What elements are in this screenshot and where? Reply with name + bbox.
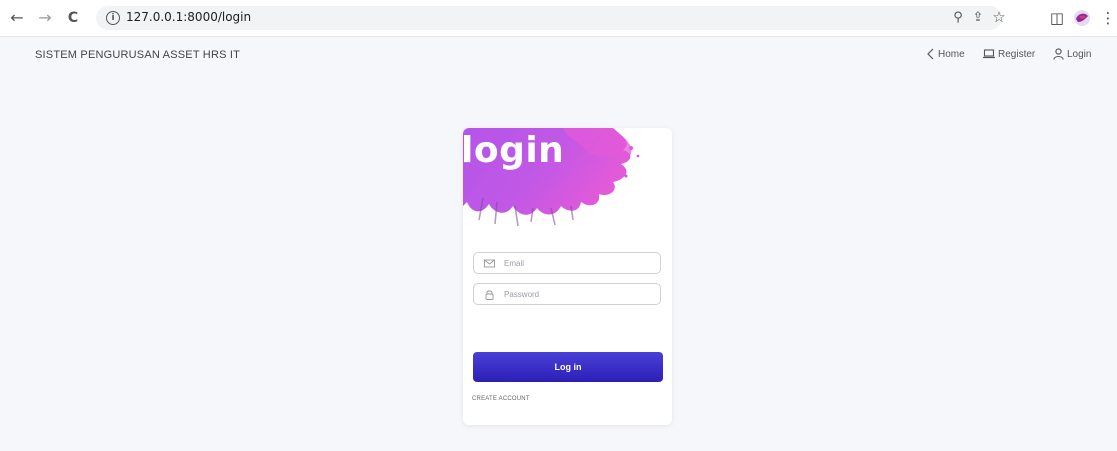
email-input[interactable] (504, 255, 654, 271)
nav-login-link[interactable]: Login (1053, 46, 1091, 64)
extension-avatar-icon[interactable] (1073, 9, 1091, 27)
user-icon (1053, 48, 1064, 61)
app-brand[interactable]: SISTEM PENGURUSAN ASSET HRS IT (35, 49, 240, 61)
password-field[interactable] (473, 283, 661, 305)
create-account-link[interactable]: CREATE ACCOUNT (472, 396, 530, 402)
site-info-icon[interactable]: i (106, 11, 120, 25)
lock-icon (485, 290, 494, 300)
chevron-left-icon (927, 48, 934, 60)
browser-toolbar: ← → C i 127.0.0.1:8000/login ⚲ ⇪ ☆ ◫ ⋮ (0, 0, 1117, 37)
back-icon[interactable]: ← (6, 7, 28, 29)
address-bar[interactable]: i 127.0.0.1:8000/login ⚲ ⇪ ☆ (96, 6, 1006, 30)
login-title: login (463, 130, 565, 171)
laptop-icon (983, 49, 995, 59)
browser-menu-icon[interactable]: ⋮ (1097, 7, 1117, 29)
bookmark-star-icon[interactable]: ☆ (989, 7, 1009, 27)
url-text[interactable]: 127.0.0.1:8000/login (126, 10, 251, 24)
envelope-icon (484, 259, 495, 268)
side-panel-icon[interactable]: ◫ (1046, 7, 1068, 29)
zoom-icon[interactable]: ⚲ (948, 8, 968, 28)
nav-home-link[interactable]: Home (926, 46, 965, 64)
nav-register-label: Register (998, 49, 1036, 60)
forward-icon[interactable]: → (34, 7, 56, 29)
nav-register-link[interactable]: Register (983, 46, 1035, 64)
email-field[interactable] (473, 252, 661, 274)
login-button[interactable]: Log in (473, 352, 663, 382)
share-icon[interactable]: ⇪ (968, 8, 988, 28)
login-card: login Log in CREATE ACCOUNT (463, 128, 672, 425)
password-input[interactable] (504, 286, 654, 302)
nav-home-label: Home (938, 49, 965, 60)
reload-icon[interactable]: C (62, 7, 84, 29)
nav-login-label: Login (1067, 49, 1092, 60)
